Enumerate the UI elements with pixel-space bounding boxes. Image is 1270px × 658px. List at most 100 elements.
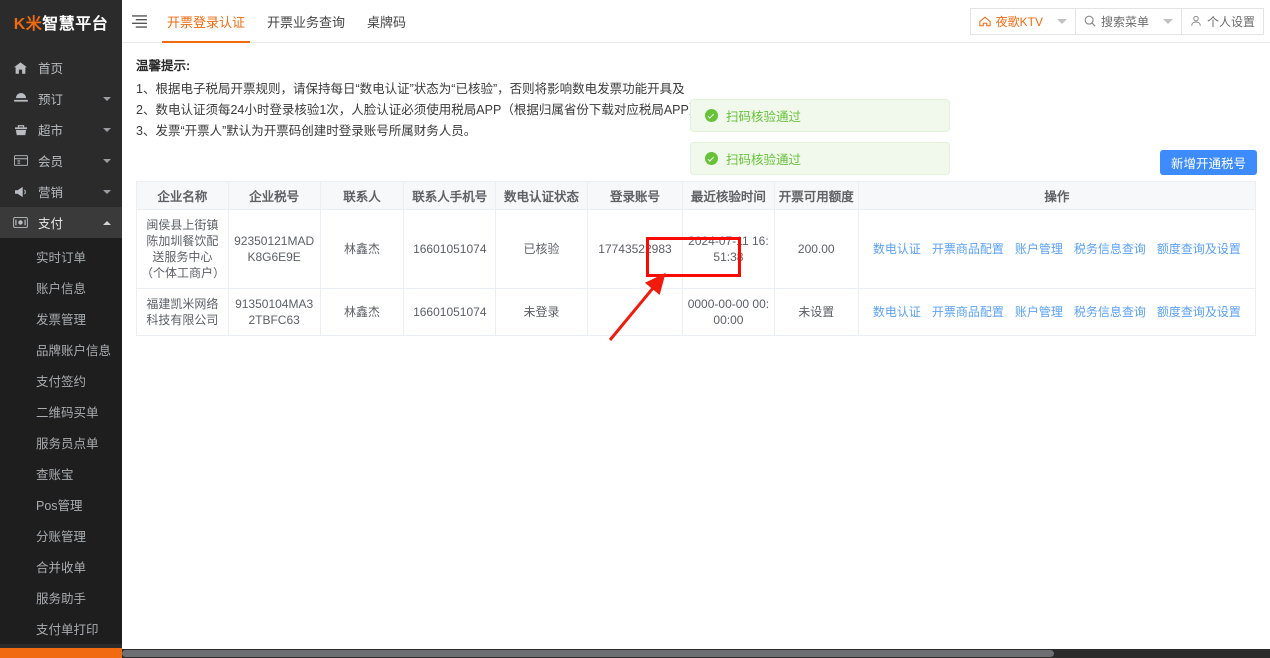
- sidebar-item-booking[interactable]: 预订: [0, 83, 122, 114]
- column-header-login-account: 登录账号: [587, 181, 684, 210]
- table-row: 闽侯县上街镇陈加圳餐饮配送服务中心（个体工商户） 92350121MADK8G6…: [136, 209, 1256, 289]
- success-check-icon: [705, 152, 718, 165]
- search-icon: [1084, 15, 1096, 27]
- submenu-item-label: 发票管理: [36, 313, 87, 327]
- sidebar-item-realtime-orders[interactable]: 实时订单: [0, 241, 122, 272]
- personal-settings-button[interactable]: 个人设置: [1181, 7, 1264, 35]
- horizontal-scrollbar[interactable]: [122, 649, 1270, 658]
- success-check-icon: [705, 109, 718, 122]
- sidebar-item-service-assistant[interactable]: 服务助手: [0, 582, 122, 613]
- cell-operations: 数电认证 开票商品配置 账户管理 税务信息查询 额度查询及设置: [858, 288, 1256, 336]
- cell-contact: 林鑫杰: [320, 288, 405, 336]
- app-root: K米智慧平台 首页 预订 超市 会员 营销 支付 实时订单 账户信息 发票管理 …: [0, 0, 1270, 658]
- submenu-item-label: 二维码买单: [36, 406, 99, 420]
- sidebar-item-payment-print[interactable]: 支付单打印: [0, 613, 122, 644]
- chevron-down-icon: [103, 127, 111, 132]
- tax-accounts-table: 企业名称 企业税号 联系人 联系人手机号 数电认证状态 登录账号 最近核验时间 …: [136, 181, 1256, 336]
- column-header-operations: 操作: [858, 181, 1256, 210]
- op-link-account-management[interactable]: 账户管理: [1015, 304, 1063, 320]
- sidebar-item-marketing[interactable]: 营销: [0, 176, 122, 207]
- sidebar-item-label: 会员: [38, 155, 64, 169]
- cell-phone: 16601051074: [403, 288, 497, 336]
- submenu-item-label: 合并收单: [36, 561, 87, 575]
- cell-company: 福建凯米网络科技有限公司: [136, 288, 229, 336]
- column-header-tax-number: 企业税号: [228, 181, 321, 210]
- tab-bar: 开票登录认证 开票业务查询 桌牌码: [156, 0, 417, 43]
- sidebar-item-account-info[interactable]: 账户信息: [0, 272, 122, 303]
- tab-label: 开票登录认证: [167, 14, 246, 30]
- submenu-item-label: 实时订单: [36, 251, 87, 265]
- op-link-quota-query-settings[interactable]: 额度查询及设置: [1157, 304, 1241, 320]
- sidebar-item-brand-account-info[interactable]: 品牌账户信息: [0, 334, 122, 365]
- column-header-auth-status: 数电认证状态: [495, 181, 588, 210]
- sidebar-item-account-check[interactable]: 查账宝: [0, 458, 122, 489]
- sidebar-item-waiter-order[interactable]: 服务员点单: [0, 427, 122, 458]
- toast-message: 扫码核验通过: [726, 153, 802, 167]
- op-link-product-config[interactable]: 开票商品配置: [932, 241, 1004, 257]
- op-link-tax-info-query[interactable]: 税务信息查询: [1074, 304, 1146, 320]
- column-header-contact: 联系人: [320, 181, 405, 210]
- submenu-item-label: 账户信息: [36, 282, 87, 296]
- chevron-down-icon: [1162, 18, 1173, 24]
- chevron-up-icon: [103, 220, 111, 225]
- content-area: 温馨提示: 1、根据电子税局开票规则，请保持每日“数电认证”状态为“已核验”，否…: [122, 43, 1270, 658]
- sidebar-accent-bar: [0, 648, 122, 658]
- top-bar: 开票登录认证 开票业务查询 桌牌码 夜歌KTV 搜索菜单 个人设置: [122, 0, 1270, 43]
- submenu-item-label: 分账管理: [36, 530, 87, 544]
- table-container: 企业名称 企业税号 联系人 联系人手机号 数电认证状态 登录账号 最近核验时间 …: [122, 181, 1270, 336]
- sidebar-item-label: 营销: [38, 186, 64, 200]
- sidebar-item-invoice-management[interactable]: 发票管理: [0, 303, 122, 334]
- sidebar-item-label: 支付: [38, 217, 64, 231]
- op-link-quota-query-settings[interactable]: 额度查询及设置: [1157, 241, 1241, 257]
- column-header-company: 企业名称: [136, 181, 229, 210]
- cell-phone: 16601051074: [403, 209, 497, 289]
- app-logo[interactable]: K米智慧平台: [0, 0, 122, 44]
- hamburger-icon[interactable]: [122, 0, 156, 43]
- tips-title: 温馨提示:: [136, 59, 191, 73]
- sidebar-item-pos-management[interactable]: Pos管理: [0, 489, 122, 520]
- tab-table-code[interactable]: 桌牌码: [356, 0, 417, 43]
- toast-container: 扫码核验通过 扫码核验通过: [690, 99, 950, 175]
- sidebar-item-supermarket[interactable]: 超市: [0, 114, 122, 145]
- op-link-account-management[interactable]: 账户管理: [1015, 241, 1063, 257]
- logo-text-brand: K米: [13, 16, 43, 33]
- sidebar-item-member[interactable]: 会员: [0, 145, 122, 176]
- submenu-item-label: 支付签约: [36, 375, 87, 389]
- store-selector-label: 夜歌KTV: [995, 14, 1043, 29]
- toast-notification: 扫码核验通过: [690, 142, 950, 175]
- sidebar: K米智慧平台 首页 预订 超市 会员 营销 支付 实时订单 账户信息 发票管理 …: [0, 0, 122, 658]
- table-header-row: 企业名称 企业税号 联系人 联系人手机号 数电认证状态 登录账号 最近核验时间 …: [136, 181, 1256, 210]
- sidebar-item-label: 超市: [38, 124, 64, 138]
- tab-invoice-login-auth[interactable]: 开票登录认证: [156, 0, 256, 43]
- sidebar-item-split-account[interactable]: 分账管理: [0, 520, 122, 551]
- op-link-tax-info-query[interactable]: 税务信息查询: [1074, 241, 1146, 257]
- op-link-digital-auth[interactable]: 数电认证: [873, 304, 921, 320]
- toast-notification: 扫码核验通过: [690, 99, 950, 132]
- sidebar-item-home[interactable]: 首页: [0, 52, 122, 83]
- tab-invoice-business-query[interactable]: 开票业务查询: [256, 0, 356, 43]
- chevron-down-icon: [103, 96, 111, 101]
- store-selector[interactable]: 夜歌KTV: [969, 7, 1076, 35]
- cell-last-verify-time: 2024-07-11 16:51:38: [682, 209, 775, 289]
- payment-icon: [12, 216, 29, 230]
- add-tax-number-button[interactable]: 新增开通税号: [1159, 150, 1257, 175]
- sidebar-item-payment-contract[interactable]: 支付签约: [0, 365, 122, 396]
- column-header-last-verify-time: 最近核验时间: [682, 181, 775, 210]
- sidebar-item-merge-receipt[interactable]: 合并收单: [0, 551, 122, 582]
- chevron-down-icon: [103, 189, 111, 194]
- submenu-item-label: 服务员点单: [36, 437, 99, 451]
- cell-tax-number: 92350121MADK8G6E9E: [228, 209, 321, 289]
- op-link-product-config[interactable]: 开票商品配置: [932, 304, 1004, 320]
- scrollbar-thumb[interactable]: [122, 650, 1054, 657]
- search-menu-input[interactable]: 搜索菜单: [1075, 7, 1182, 35]
- cell-contact: 林鑫杰: [320, 209, 405, 289]
- cell-auth-status: 未登录: [495, 288, 588, 336]
- sidebar-item-payment[interactable]: 支付: [0, 207, 122, 238]
- home-outline-icon: [978, 16, 991, 27]
- sidebar-item-qrcode-payment[interactable]: 二维码买单: [0, 396, 122, 427]
- booking-icon: [12, 92, 29, 106]
- tab-label: 桌牌码: [367, 14, 407, 30]
- op-link-digital-auth[interactable]: 数电认证: [873, 241, 921, 257]
- cell-last-verify-time: 0000-00-00 00:00:00: [682, 288, 775, 336]
- cell-operations: 数电认证 开票商品配置 账户管理 税务信息查询 额度查询及设置: [858, 209, 1256, 289]
